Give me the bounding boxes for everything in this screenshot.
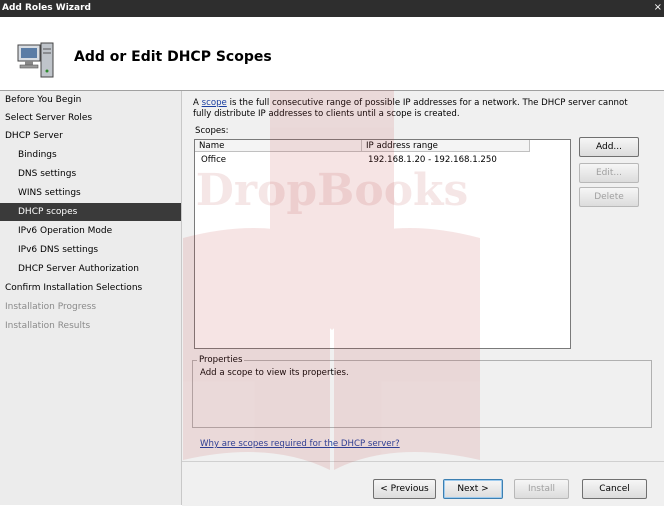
nav-item-label: WINS settings	[18, 188, 81, 198]
nav-item-dhcp-server[interactable]: DHCP Server	[0, 127, 181, 145]
scopes-label: Scopes:	[195, 126, 229, 136]
title-bar: Add Roles Wizard ×	[0, 0, 664, 17]
desc-prefix: A	[193, 98, 199, 108]
server-computer-icon	[17, 42, 54, 78]
nav-item-label: DNS settings	[18, 169, 77, 179]
nav-item-label: Installation Results	[5, 321, 91, 331]
nav-item-label: DHCP scopes	[18, 207, 78, 217]
main-content: A scope is the full consecutive range of…	[182, 91, 664, 461]
nav-item-dns-settings[interactable]: DNS settings	[0, 165, 181, 183]
nav-item-ipv6-operation-mode[interactable]: IPv6 Operation Mode	[0, 222, 181, 240]
nav-item-label: DHCP Server	[5, 131, 63, 141]
edit-button[interactable]: Edit...	[579, 163, 639, 183]
properties-group: Properties Add a scope to view its prope…	[192, 355, 652, 428]
nav-item-confirm-installation[interactable]: Confirm Installation Selections	[0, 279, 181, 297]
help-link[interactable]: Why are scopes required for the DHCP ser…	[200, 439, 400, 449]
nav-item-label: Installation Progress	[5, 302, 97, 312]
nav-item-dhcp-server-authorization[interactable]: DHCP Server Authorization	[0, 260, 181, 278]
close-icon[interactable]: ×	[654, 2, 662, 13]
nav-item-wins-settings[interactable]: WINS settings	[0, 184, 181, 202]
nav-item-bindings[interactable]: Bindings	[0, 146, 181, 164]
properties-legend: Properties	[197, 355, 245, 365]
nav-item-label: Select Server Roles	[5, 113, 93, 123]
scope-range-cell: 192.168.1.20 - 192.168.1.250	[368, 155, 497, 165]
next-button[interactable]: Next >	[443, 479, 503, 499]
scope-link[interactable]: scope	[202, 98, 227, 108]
window-title: Add Roles Wizard	[2, 3, 91, 13]
nav-item-dhcp-scopes[interactable]: DHCP scopes	[0, 203, 181, 221]
nav-item-installation-progress: Installation Progress	[0, 298, 181, 316]
nav-item-label: IPv6 DNS settings	[18, 245, 99, 255]
column-header-name[interactable]: Name	[195, 140, 362, 152]
nav-item-label: IPv6 Operation Mode	[18, 226, 113, 236]
nav-item-ipv6-dns-settings[interactable]: IPv6 DNS settings	[0, 241, 181, 259]
desc-line-2: fully distribute IP addresses to clients…	[193, 109, 460, 119]
wizard-footer: < Previous Next > Install Cancel	[182, 461, 664, 506]
column-header-ip-range[interactable]: IP address range	[362, 140, 530, 152]
properties-text: Add a scope to view its properties.	[200, 368, 349, 378]
nav-item-label: Before You Begin	[5, 95, 82, 105]
wizard-steps-sidebar: Before You Begin Select Server Roles DHC…	[0, 91, 182, 505]
scope-description: A scope is the full consecutive range of…	[193, 98, 658, 120]
nav-item-label: Bindings	[18, 150, 57, 160]
scopes-list[interactable]: Name IP address range Office 192.168.1.2…	[194, 139, 571, 349]
install-button[interactable]: Install	[514, 479, 569, 499]
nav-item-select-server-roles[interactable]: Select Server Roles	[0, 109, 181, 127]
scope-name-cell: Office	[201, 155, 227, 165]
add-roles-wizard-window: Add Roles Wizard × Add or Edit DHCP Scop…	[0, 0, 664, 506]
wizard-header: Add or Edit DHCP Scopes	[0, 17, 664, 91]
cancel-button[interactable]: Cancel	[582, 479, 647, 499]
delete-button[interactable]: Delete	[579, 187, 639, 207]
nav-item-installation-results: Installation Results	[0, 317, 181, 335]
page-title: Add or Edit DHCP Scopes	[74, 49, 272, 65]
add-button[interactable]: Add...	[579, 137, 639, 157]
nav-item-before-you-begin[interactable]: Before You Begin	[0, 91, 181, 109]
previous-button[interactable]: < Previous	[373, 479, 436, 499]
nav-item-label: Confirm Installation Selections	[5, 283, 143, 293]
desc-line-1: is the full consecutive range of possibl…	[229, 98, 628, 108]
nav-item-label: DHCP Server Authorization	[18, 264, 139, 274]
